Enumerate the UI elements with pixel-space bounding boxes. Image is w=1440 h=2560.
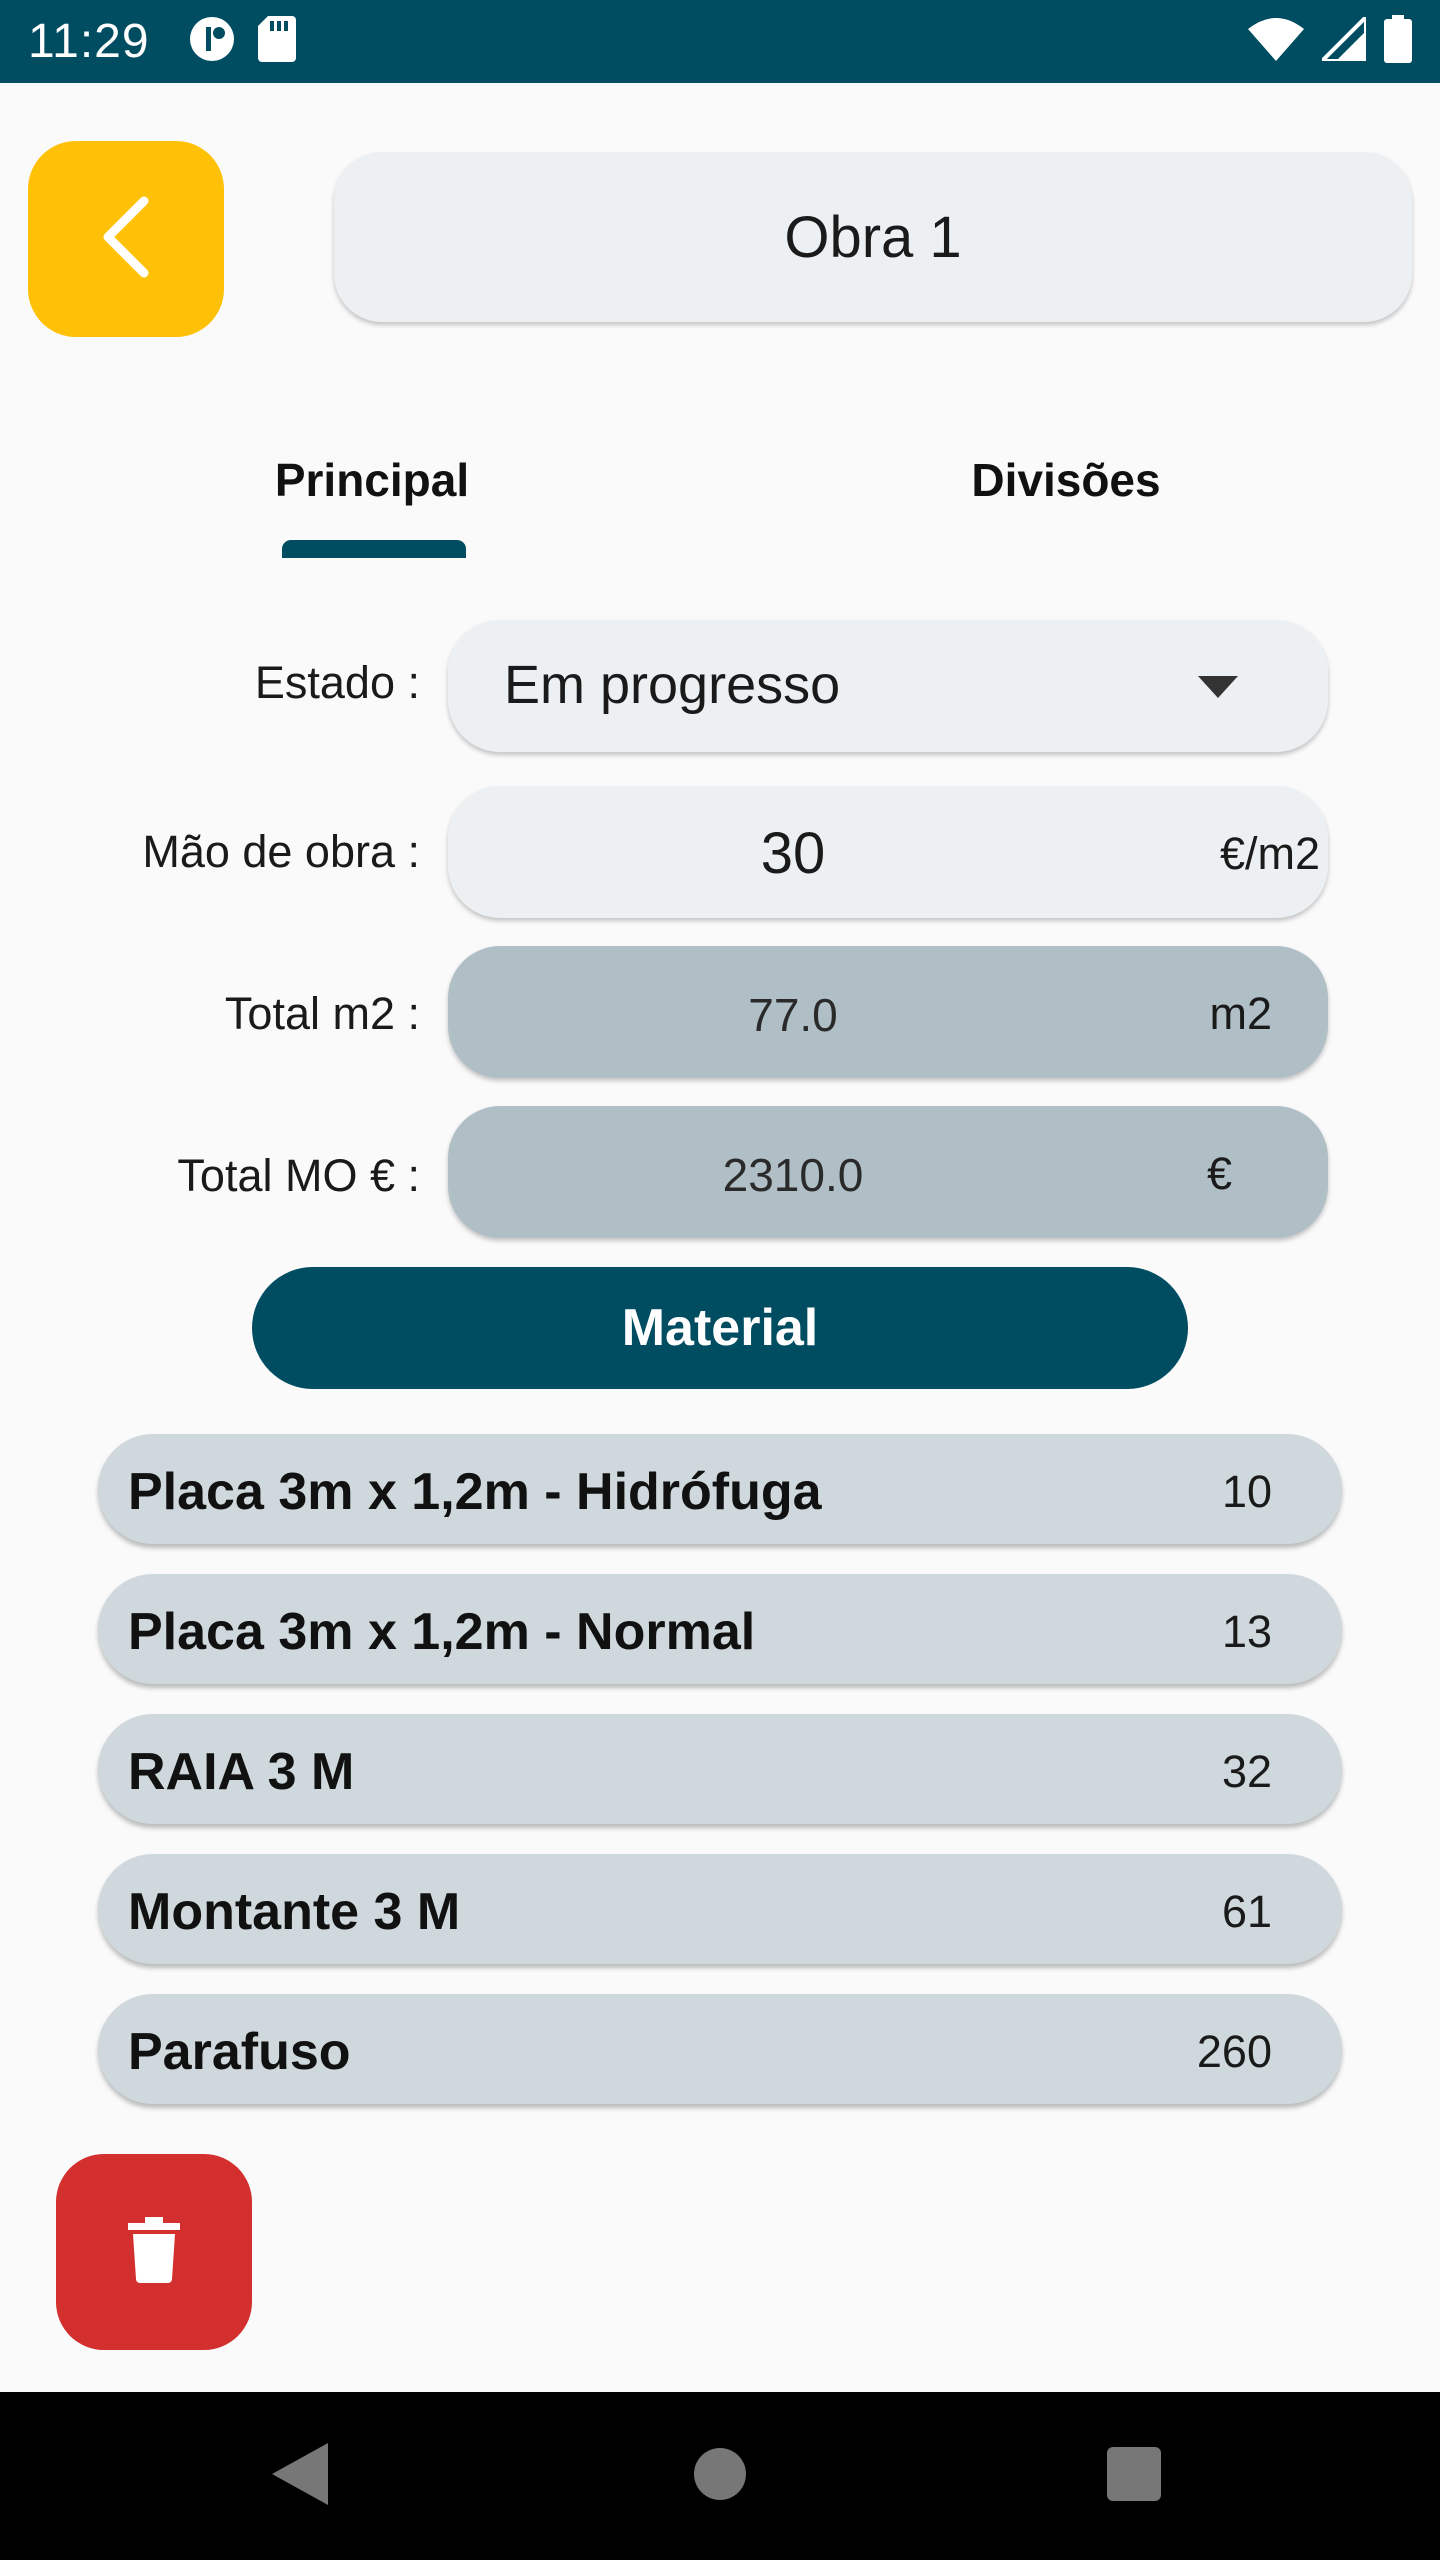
- total-m2-unit: m2: [1209, 988, 1272, 1039]
- total-m2-value: 77.0: [748, 989, 838, 1041]
- material-name: RAIA 3 M: [128, 1743, 355, 1801]
- mao-de-obra-input[interactable]: 30 €/m2: [448, 786, 1328, 918]
- notification-icon: [188, 15, 236, 68]
- delete-button[interactable]: [56, 2154, 252, 2350]
- material-name: Placa 3m x 1,2m - Hidrófuga: [128, 1463, 822, 1521]
- sd-card-icon: [257, 16, 296, 67]
- material-name: Montante 3 M: [128, 1883, 461, 1941]
- tab-indicator: [282, 540, 466, 558]
- square-recents-icon: [1107, 2446, 1161, 2506]
- total-mo-value: 2310.0: [722, 1149, 864, 1201]
- total-mo-label: Total MO € :: [177, 1150, 420, 1201]
- app-screen: 11:29 Obra 1 Principal Divisões Estado:…: [0, 0, 1440, 2560]
- material-name: Parafuso: [128, 2023, 351, 2081]
- nav-recents-button[interactable]: [1094, 2436, 1174, 2516]
- chevron-left-icon: [96, 195, 156, 284]
- navigation-bar: [0, 2392, 1440, 2560]
- material-qty: 13: [1221, 1606, 1272, 1657]
- material-qty: 32: [1221, 1746, 1272, 1797]
- tab-divisoes[interactable]: Divisões: [916, 440, 1216, 520]
- list-item[interactable]: RAIA 3 M 32: [98, 1714, 1342, 1824]
- battery-icon: [1384, 15, 1412, 68]
- material-name: Placa 3m x 1,2m - Normal: [128, 1603, 756, 1661]
- total-mo-field: 2310.0 €: [448, 1106, 1328, 1238]
- list-item[interactable]: Placa 3m x 1,2m - Normal 13: [98, 1574, 1342, 1684]
- dropdown-arrow-icon: [1198, 676, 1238, 703]
- list-item[interactable]: Parafuso 260: [98, 1994, 1342, 2104]
- material-qty: 61: [1221, 1886, 1272, 1937]
- mao-de-obra-value: 30: [760, 821, 826, 886]
- circle-home-icon: [693, 2447, 747, 2506]
- mao-de-obra-unit: €/m2: [1219, 828, 1320, 879]
- total-mo-unit: €: [1206, 1148, 1232, 1199]
- list-item[interactable]: Placa 3m x 1,2m - Hidrófuga 10: [98, 1434, 1342, 1544]
- material-button[interactable]: Material: [252, 1267, 1188, 1389]
- tab-principal[interactable]: Principal: [222, 440, 522, 520]
- status-bar: 11:29: [0, 0, 1440, 83]
- nav-home-button[interactable]: [680, 2436, 760, 2516]
- status-left-icons: [188, 15, 296, 68]
- total-m2-field: 77.0 m2: [448, 946, 1328, 1078]
- status-right-icons: [1248, 12, 1412, 68]
- signal-icon: [1317, 12, 1368, 66]
- trash-icon: [128, 2216, 180, 2288]
- status-time: 11:29: [28, 15, 150, 68]
- material-qty: 260: [1196, 2026, 1272, 2077]
- material-qty: 10: [1221, 1466, 1272, 1517]
- triangle-back-icon: [272, 2442, 328, 2510]
- nav-back-button[interactable]: [260, 2436, 340, 2516]
- mao-de-obra-label: Mão de obra :: [142, 826, 420, 877]
- list-item[interactable]: Montante 3 M 61: [98, 1854, 1342, 1964]
- total-m2-label: Total m2 :: [224, 988, 420, 1039]
- wifi-icon: [1248, 17, 1304, 66]
- back-button[interactable]: [28, 141, 224, 337]
- estado-label: Estado :: [254, 657, 420, 708]
- estado-dropdown[interactable]: Em progresso: [448, 620, 1328, 752]
- estado-value: Em progresso: [504, 655, 841, 715]
- page-title: Obra 1: [334, 152, 1412, 322]
